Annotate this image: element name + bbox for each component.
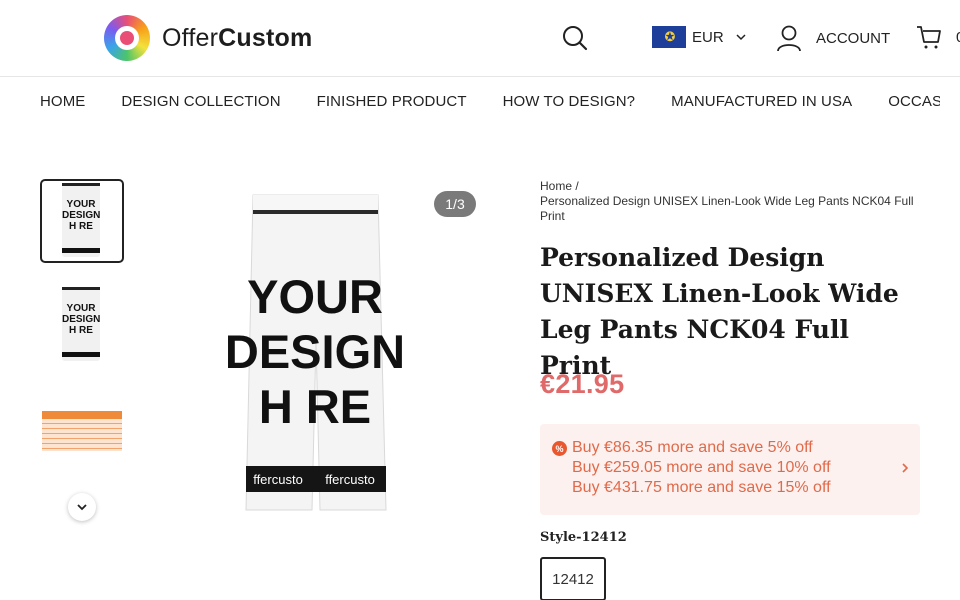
discount-tier-1: Buy €86.35 more and save 5% off	[572, 439, 813, 456]
nav-item-finished-product[interactable]: FINISHED PRODUCT	[317, 93, 467, 110]
discount-tier-3: Buy €431.75 more and save 15% off	[572, 479, 831, 496]
logo[interactable]: OfferCustom	[104, 15, 312, 61]
discount-badge-icon: %	[552, 441, 567, 456]
thumbnail-size-chart[interactable]	[40, 387, 124, 471]
eu-flag-icon: ✪	[652, 26, 686, 48]
cart-link[interactable]: 0	[916, 24, 960, 50]
nav-item-design-collection[interactable]: DESIGN COLLECTION	[121, 93, 280, 110]
print-text-line-1: YOUR	[247, 270, 383, 323]
logo-mark-icon	[104, 15, 150, 61]
breadcrumb-current: Personalized Design UNISEX Linen-Look Wi…	[540, 194, 914, 223]
cart-count: 0	[956, 29, 960, 46]
account-link[interactable]: ACCOUNT	[776, 24, 890, 52]
print-text-line-2: DESIGN	[225, 325, 405, 378]
thumbnail-next-button[interactable]	[68, 493, 96, 521]
site-header: OfferCustom ✪ EUR ACCOUNT 0	[0, 0, 960, 77]
account-label: ACCOUNT	[816, 29, 891, 47]
product-price: €21.95	[540, 369, 625, 399]
chevron-down-icon	[736, 34, 746, 41]
chevron-down-icon	[77, 504, 87, 511]
hem-brand-left: ffercusto	[253, 472, 303, 487]
nav-item-manufactured-in-usa[interactable]: MANUFACTURED IN USA	[671, 93, 852, 110]
product-main-image[interactable]: YOUR DESIGN H RE ffercusto ffercusto	[160, 180, 490, 530]
currency-selector[interactable]: ✪ EUR	[652, 26, 746, 48]
thumbnail-front[interactable]: YOUR DESIGN H RE	[40, 179, 124, 263]
cart-icon	[917, 26, 941, 49]
main-nav: HOME DESIGN COLLECTION FINISHED PRODUCT …	[40, 93, 940, 110]
logo-text: OfferCustom	[162, 23, 313, 52]
chevron-right-icon	[902, 463, 909, 473]
thumbnail-back[interactable]: YOUR DESIGN H RE	[40, 283, 124, 367]
volume-discount-box[interactable]: % Buy €86.35 more and save 5% off Buy €2…	[540, 424, 920, 515]
currency-label: EUR	[692, 28, 724, 46]
breadcrumb-home-link[interactable]: Home /	[540, 179, 920, 194]
discount-tier-2: Buy €259.05 more and save 10% off	[572, 459, 831, 476]
user-icon	[777, 25, 801, 52]
hem-brand-right: ffercusto	[325, 472, 375, 487]
breadcrumb: Home / Personalized Design UNISEX Linen-…	[540, 179, 920, 224]
image-counter: 1/3	[434, 191, 476, 217]
search-icon[interactable]	[561, 24, 589, 52]
thumbnail-list: YOUR DESIGN H RE YOUR DESIGN H RE	[40, 179, 124, 491]
print-text-line-3: H RE	[259, 380, 371, 433]
nav-item-how-to-design[interactable]: HOW TO DESIGN?	[503, 93, 636, 110]
style-option-12412[interactable]: 12412	[540, 557, 606, 600]
product-title: Personalized Design UNISEX Linen-Look Wi…	[540, 243, 899, 380]
nav-item-home[interactable]: HOME	[40, 93, 85, 110]
style-label: Style-12412	[540, 530, 627, 545]
nav-item-occasions[interactable]: OCCASIONS	[888, 93, 940, 110]
